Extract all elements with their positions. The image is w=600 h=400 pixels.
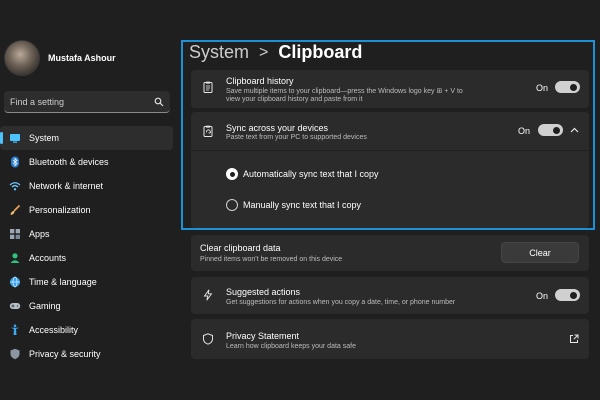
toggle-knob: [570, 83, 577, 91]
sync-option-auto[interactable]: Automatically sync text that I copy: [226, 168, 379, 180]
sidebar-item-label: Accounts: [29, 253, 67, 263]
accounts-icon: [9, 252, 21, 264]
clipboard-icon: [203, 81, 213, 93]
sidebar-nav: System Bluetooth & devices Network & int…: [0, 126, 183, 366]
sidebar-item-bluetooth[interactable]: Bluetooth & devices: [0, 150, 183, 174]
suggested-actions-card: Suggested actions Get suggestions for ac…: [191, 277, 589, 314]
radio-manual[interactable]: [226, 199, 238, 211]
avatar[interactable]: [4, 40, 40, 76]
privacy-desc: Learn how clipboard keeps your data safe: [226, 343, 356, 350]
lightning-icon: [203, 289, 213, 301]
clipboard-sync-icon: [203, 125, 213, 137]
page-title: Clipboard: [278, 42, 363, 62]
suggested-desc: Get suggestions for actions when you cop…: [226, 299, 456, 306]
sidebar-item-accounts[interactable]: Accounts: [0, 246, 183, 270]
shield-icon: [9, 348, 21, 360]
sidebar-item-label: System: [29, 133, 60, 143]
sync-toggle-label: On: [518, 126, 531, 136]
breadcrumb: System > Clipboard: [189, 42, 362, 63]
bluetooth-icon: [9, 156, 21, 168]
external-link-icon[interactable]: [569, 334, 579, 344]
sync-toggle[interactable]: [538, 124, 563, 136]
toggle-knob: [553, 126, 560, 134]
radio-manual-label: Manually sync text that I copy: [243, 200, 362, 210]
wifi-icon: [9, 180, 21, 192]
suggested-toggle[interactable]: [555, 289, 580, 301]
privacy-title: Privacy Statement: [226, 331, 300, 341]
sidebar-item-system[interactable]: System: [0, 126, 173, 150]
sidebar-item-label: Gaming: [29, 301, 61, 311]
sidebar-item-network[interactable]: Network & internet: [0, 174, 183, 198]
sidebar-item-apps[interactable]: Apps: [0, 222, 183, 246]
sidebar-item-privacy-security[interactable]: Privacy & security: [0, 342, 183, 366]
system-icon: [9, 132, 21, 144]
search-box[interactable]: [4, 91, 170, 113]
sidebar-item-label: Network & internet: [29, 181, 104, 191]
sync-title: Sync across your devices: [226, 123, 329, 133]
sync-desc: Paste text from your PC to supported dev…: [226, 134, 367, 141]
gamepad-icon: [9, 300, 21, 312]
sidebar-item-label: Time & language: [29, 277, 97, 287]
radio-auto-label: Automatically sync text that I copy: [243, 169, 379, 179]
sidebar-item-label: Personalization: [29, 205, 91, 215]
brush-icon: [9, 204, 21, 216]
sidebar-item-time-language[interactable]: Time & language: [0, 270, 183, 294]
sidebar-item-accessibility[interactable]: Accessibility: [0, 318, 183, 342]
chevron-up-icon[interactable]: [570, 126, 579, 134]
sidebar: Mustafa Ashour System Bluetooth & device…: [0, 0, 183, 400]
sidebar-item-label: Bluetooth & devices: [29, 157, 109, 167]
radio-auto[interactable]: [226, 168, 238, 180]
user-profile[interactable]: Mustafa Ashour: [4, 40, 116, 76]
profile-name: Mustafa Ashour: [48, 53, 116, 63]
toggle-knob: [570, 291, 577, 299]
clipboard-history-title: Clipboard history: [226, 76, 294, 86]
suggested-title: Suggested actions: [226, 287, 301, 297]
sidebar-item-label: Privacy & security: [29, 349, 101, 359]
sidebar-item-label: Accessibility: [29, 325, 79, 335]
breadcrumb-separator: >: [259, 43, 269, 61]
privacy-statement-card[interactable]: Privacy Statement Learn how clipboard ke…: [191, 319, 589, 359]
accessibility-icon: [9, 324, 21, 336]
clear-data-desc: Pinned items won't be removed on this de…: [200, 256, 343, 263]
sidebar-item-gaming[interactable]: Gaming: [0, 294, 183, 318]
suggested-toggle-label: On: [536, 291, 549, 301]
clipboard-history-toggle[interactable]: [555, 81, 580, 93]
clear-button[interactable]: Clear: [501, 242, 579, 263]
search-input[interactable]: [10, 96, 154, 107]
clipboard-history-desc-2: view your clipboard history and paste fr…: [226, 96, 363, 103]
globe-icon: [9, 276, 21, 288]
sidebar-item-label: Apps: [29, 229, 50, 239]
divider: [191, 150, 589, 151]
search-icon[interactable]: [154, 97, 164, 107]
shield-outline-icon: [203, 333, 213, 345]
apps-icon: [9, 228, 21, 240]
breadcrumb-parent[interactable]: System: [189, 42, 249, 63]
sidebar-item-personalization[interactable]: Personalization: [0, 198, 183, 222]
clear-data-title: Clear clipboard data: [200, 243, 281, 253]
sync-option-manual[interactable]: Manually sync text that I copy: [226, 199, 361, 211]
clipboard-history-toggle-label: On: [536, 83, 549, 93]
clipboard-history-card: Clipboard history Save multiple items to…: [191, 70, 589, 108]
